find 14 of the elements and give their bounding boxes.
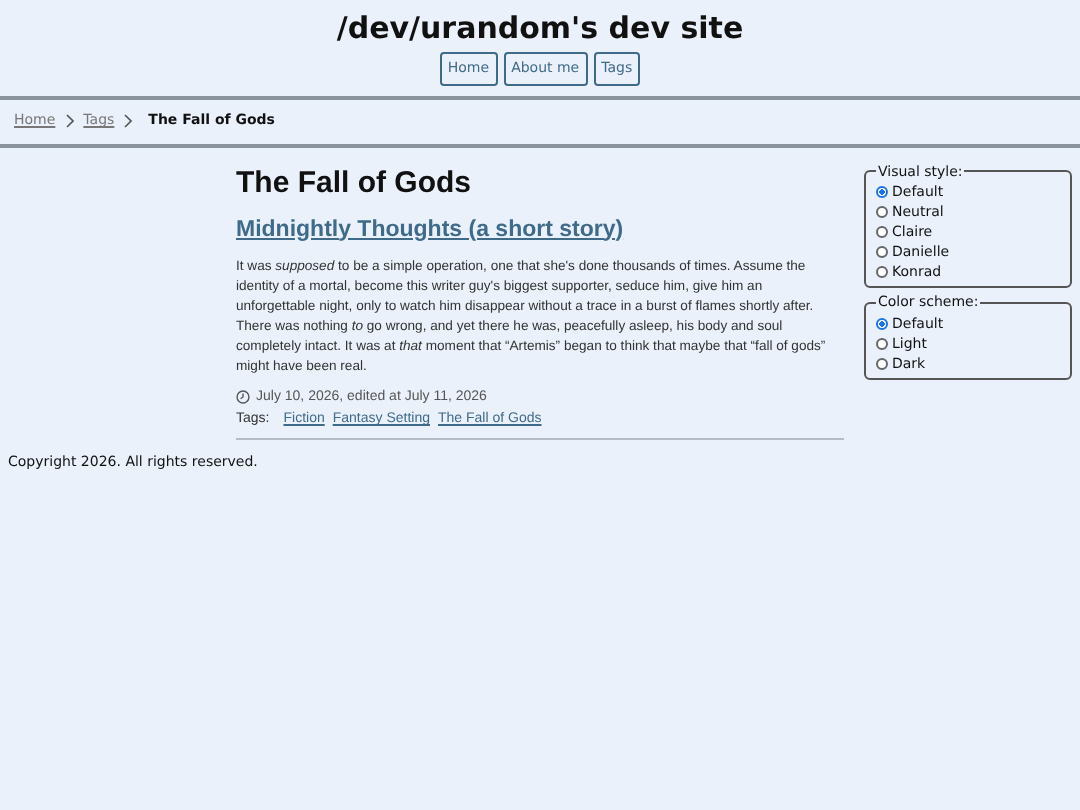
- chevron-icon: [65, 114, 74, 128]
- radio-button[interactable]: [876, 206, 888, 218]
- radio-button[interactable]: [876, 337, 888, 349]
- radio-button[interactable]: [876, 186, 888, 198]
- chevron-icon: [124, 114, 133, 128]
- clock-icon: [236, 390, 250, 405]
- radio-button[interactable]: [876, 266, 888, 278]
- post-title-link[interactable]: Midnightly Thoughts (a short story): [236, 213, 844, 245]
- radio-button[interactable]: [876, 317, 888, 329]
- radio-button[interactable]: [876, 357, 888, 369]
- radio-button[interactable]: [876, 226, 888, 238]
- page-title: The Fall of Gods: [236, 163, 474, 203]
- radio-button[interactable]: [876, 246, 888, 258]
- site-title: /dev/urandom's dev site: [336, 8, 744, 48]
